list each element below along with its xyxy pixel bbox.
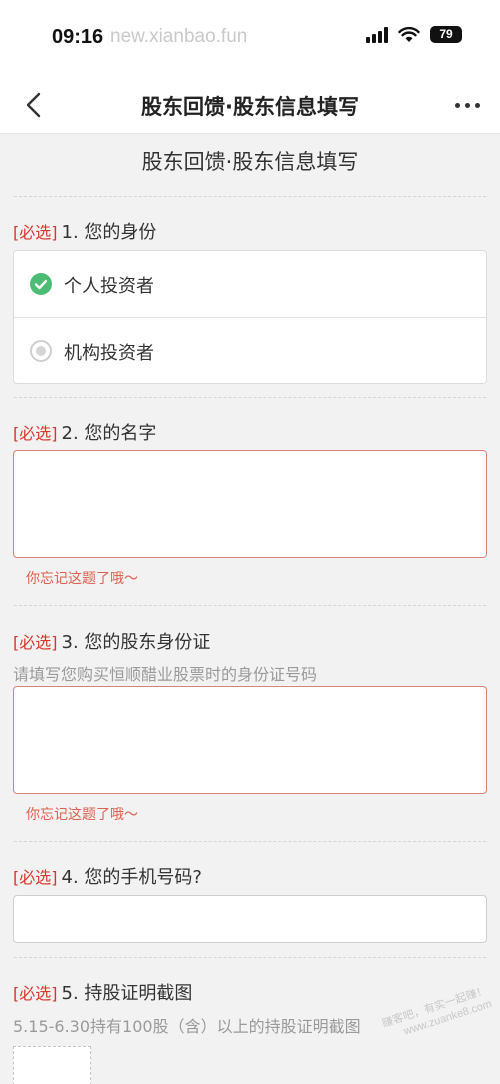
status-bar: 09:16 new.xianbao.fun 79 [0, 0, 500, 76]
question-2-text: 2. 您的名字 [61, 423, 157, 444]
status-icons: 79 [366, 26, 462, 43]
divider [14, 841, 486, 842]
required-tag: [必选] [13, 868, 58, 887]
more-icon[interactable] [455, 103, 480, 108]
status-watermark: new.xianbao.fun [110, 26, 248, 47]
identity-options: 个人投资者 机构投资者 [13, 250, 487, 384]
upload-screenshot-button[interactable] [13, 1046, 91, 1084]
divider [14, 196, 486, 197]
question-1-text: 1. 您的身份 [61, 222, 157, 243]
option-institutional-investor[interactable]: 机构投资者 [14, 317, 486, 383]
question-5-hint: 5.15-6.30持有100股（含）以上的持股证明截图 [13, 1017, 361, 1036]
divider [14, 605, 486, 606]
nav-title: 股东回馈·股东信息填写 [141, 95, 359, 119]
question-3-label: [必选] 3. 您的股东身份证 [13, 628, 210, 654]
wifi-icon [398, 26, 420, 42]
id-card-error-message: 你忘记这题了哦～ [26, 807, 138, 823]
question-2-label: [必选] 2. 您的名字 [13, 419, 156, 445]
id-card-input[interactable] [13, 686, 487, 794]
phone-input[interactable] [13, 895, 487, 943]
question-5-text: 5. 持股证明截图 [61, 983, 193, 1004]
divider [14, 397, 486, 398]
checkmark-icon [30, 273, 52, 295]
divider [14, 957, 486, 958]
nav-bar: 股东回馈·股东信息填写 [0, 76, 500, 134]
question-4-label: [必选] 4. 您的手机号码? [13, 863, 202, 889]
name-error-message: 你忘记这题了哦～ [26, 571, 138, 587]
question-3-hint: 请填写您购买恒顺醋业股票时的身份证号码 [13, 665, 318, 684]
required-tag: [必选] [13, 633, 58, 652]
signal-icon [366, 26, 388, 43]
question-4-text: 4. 您的手机号码? [61, 867, 202, 888]
page-title: 股东回馈·股东信息填写 [141, 150, 359, 174]
status-time: 09:16 [52, 26, 104, 48]
radio-icon [30, 340, 52, 362]
site-watermark: 赚客吧，有实一起赚！ www.zuanke8.com [380, 984, 494, 1038]
option-label: 机构投资者 [64, 343, 154, 364]
name-input[interactable] [13, 450, 487, 558]
required-tag: [必选] [13, 424, 58, 443]
required-tag: [必选] [13, 984, 58, 1003]
option-individual-investor[interactable]: 个人投资者 [14, 251, 486, 317]
question-3-text: 3. 您的股东身份证 [61, 632, 211, 653]
question-1-label: [必选] 1. 您的身份 [13, 218, 156, 244]
required-tag: [必选] [13, 223, 58, 242]
battery-icon: 79 [430, 26, 462, 43]
question-5-label: [必选] 5. 持股证明截图 [13, 979, 192, 1005]
option-label: 个人投资者 [64, 276, 154, 297]
